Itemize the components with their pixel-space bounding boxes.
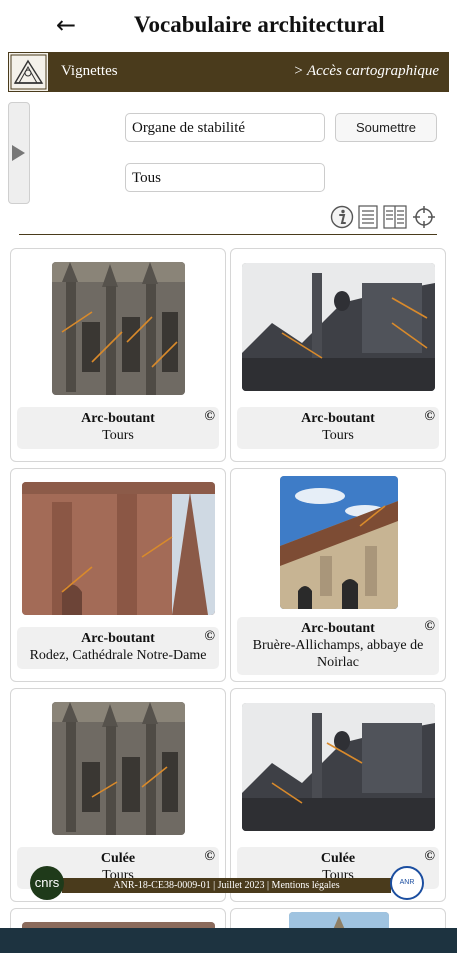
thumbnail-card[interactable]: Arc-boutant Rodez, Cathédrale Notre-Dame… xyxy=(10,468,226,682)
bottom-bar xyxy=(0,928,457,953)
card-place: Rodez, Cathédrale Notre-Dame xyxy=(29,648,207,663)
copyright-icon[interactable]: © xyxy=(205,849,215,865)
card-title: Culée xyxy=(100,851,136,866)
triangle-right-icon xyxy=(12,145,25,161)
nav-bar: Vignettes > Accès cartographique xyxy=(8,52,449,92)
cnrs-logo-icon[interactable]: cnrs xyxy=(30,866,64,900)
map-access-link[interactable]: > Accès cartographique xyxy=(293,63,439,80)
card-title: Arc-boutant xyxy=(81,631,155,646)
thumbnail-caption: Arc-boutant Tours © xyxy=(237,407,439,449)
thumbnail-image[interactable] xyxy=(52,262,185,395)
copyright-icon[interactable]: © xyxy=(205,409,215,425)
card-place: Bruère-Allichamps, abbaye de Noirlac xyxy=(252,638,424,670)
footer-bar[interactable]: ANR-18-CE38-0009-01 | Juillet 2023 | Men… xyxy=(62,878,391,893)
card-title: Arc-boutant xyxy=(301,621,375,636)
divider xyxy=(19,234,437,235)
thumbnails-link[interactable]: Vignettes xyxy=(61,63,118,80)
submit-button[interactable]: Soumettre xyxy=(335,113,437,142)
anr-logo-icon[interactable]: ANR xyxy=(390,866,424,900)
card-title: Culée xyxy=(320,851,356,866)
card-place: Tours xyxy=(102,428,134,443)
card-title: Arc-boutant xyxy=(81,411,155,426)
thumbnail-caption: Arc-boutant Tours © xyxy=(17,407,219,449)
crosshair-icon[interactable] xyxy=(412,205,436,229)
list-view-icon[interactable] xyxy=(358,205,382,229)
thumbnail-card[interactable]: Arc-boutant Tours © xyxy=(10,248,226,462)
thumbnail-image[interactable] xyxy=(242,703,435,831)
project-logo-icon[interactable] xyxy=(8,52,49,92)
copyright-icon[interactable]: © xyxy=(425,409,435,425)
concept-select[interactable]: Organe de stabilité xyxy=(125,113,325,142)
thumbnail-image[interactable] xyxy=(52,702,185,835)
thumbnail-image[interactable] xyxy=(280,476,398,609)
copyright-icon[interactable]: © xyxy=(205,629,215,645)
location-select[interactable]: Tous xyxy=(125,163,325,192)
app-header: ← Vocabulaire architectural xyxy=(0,0,457,52)
sidebar-toggle[interactable] xyxy=(8,102,30,204)
page-title: Vocabulaire architectural xyxy=(134,12,385,37)
thumbnail-caption: Arc-boutant Rodez, Cathédrale Notre-Dame… xyxy=(17,627,219,669)
thumbnail-image[interactable] xyxy=(242,263,435,391)
info-icon[interactable] xyxy=(330,205,354,229)
detail-view-icon[interactable] xyxy=(383,205,407,229)
thumbnail-card[interactable]: Arc-boutant Bruère-Allichamps, abbaye de… xyxy=(230,468,446,682)
thumbnail-caption: Arc-boutant Bruère-Allichamps, abbaye de… xyxy=(237,617,439,675)
arrow-left-icon[interactable]: ← xyxy=(56,10,86,40)
card-title: Arc-boutant xyxy=(301,411,375,426)
thumbnail-image[interactable] xyxy=(22,482,215,615)
copyright-icon[interactable]: © xyxy=(425,619,435,635)
card-place: Tours xyxy=(322,428,354,443)
copyright-icon[interactable]: © xyxy=(425,849,435,865)
thumbnail-card[interactable]: Arc-boutant Tours © xyxy=(230,248,446,462)
